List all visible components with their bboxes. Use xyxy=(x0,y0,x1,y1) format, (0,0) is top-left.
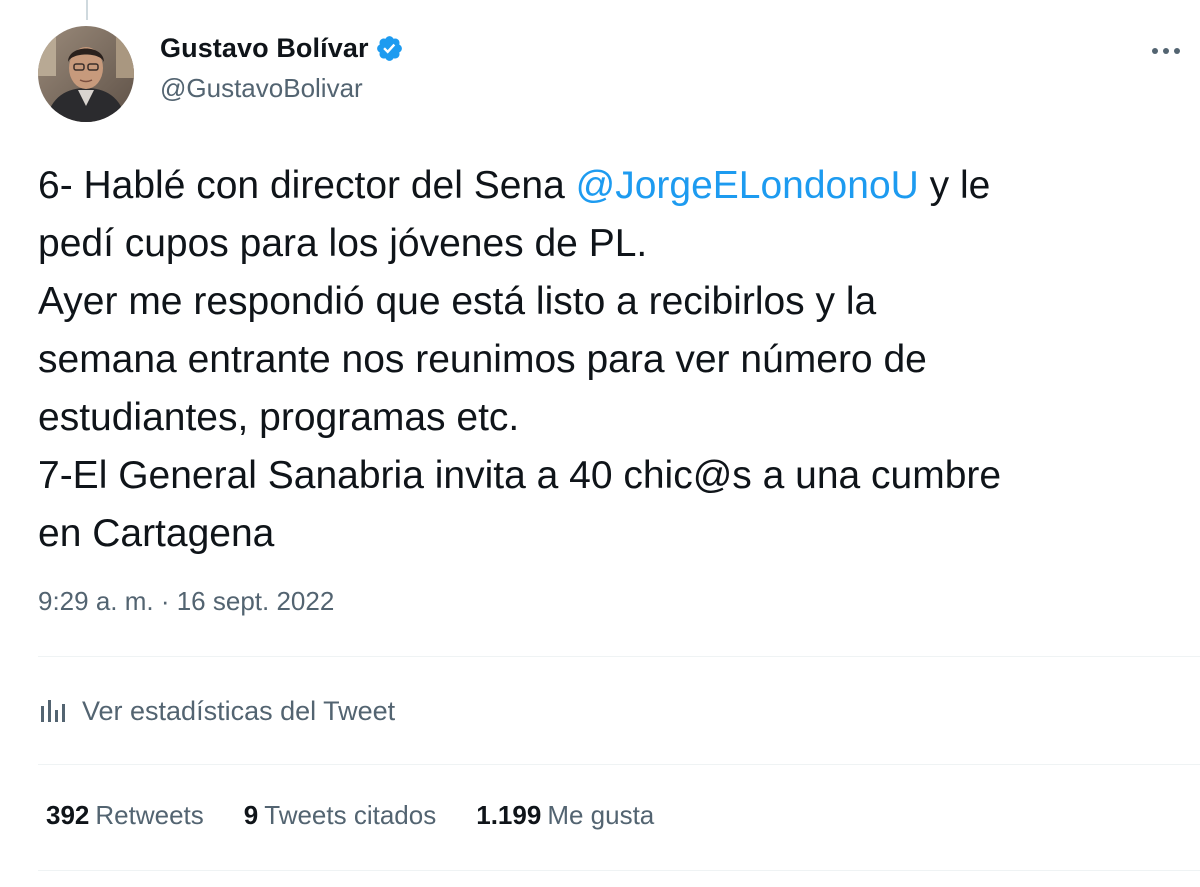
bar-chart-icon xyxy=(38,698,68,724)
divider xyxy=(38,870,1200,871)
tweet-text-segment: y le pedí cupos para los jóvenes de PL. … xyxy=(38,164,1002,555)
tweet-stats: 392 Retweets 9 Tweets citados 1.199 Me gust… xyxy=(46,800,694,831)
divider xyxy=(38,764,1200,765)
avatar[interactable] xyxy=(38,26,134,122)
tweet-timestamp[interactable]: 9:29 a. m. · 16 sept. 2022 xyxy=(38,586,334,617)
likes-label: Me gusta xyxy=(547,800,655,830)
author-display-name[interactable]: Gustavo Bolívar xyxy=(160,33,369,64)
tweet-text: 6- Hablé con director del Sena @JorgeELo… xyxy=(38,157,1188,563)
likes-count: 1.199 xyxy=(476,800,542,830)
retweets-stat[interactable]: 392 Retweets xyxy=(46,800,204,831)
quote-tweets-count: 9 xyxy=(243,800,259,830)
tweet-text-segment: 6- Hablé con director del Sena xyxy=(38,164,576,207)
mention-link[interactable]: @JorgeELondonoU xyxy=(576,164,919,207)
retweets-count: 392 xyxy=(46,800,90,830)
likes-stat[interactable]: 1.199 Me gusta xyxy=(476,800,654,831)
tweet-analytics-link[interactable]: Ver estadísticas del Tweet xyxy=(38,691,395,731)
retweets-label: Retweets xyxy=(95,800,204,830)
more-options-icon[interactable] xyxy=(1148,36,1184,66)
thread-connector-line xyxy=(86,0,88,20)
author-name-row[interactable]: Gustavo Bolívar xyxy=(160,30,404,66)
quote-tweets-label: Tweets citados xyxy=(264,800,437,830)
divider xyxy=(38,656,1200,657)
analytics-label: Ver estadísticas del Tweet xyxy=(82,695,396,726)
quote-tweets-stat[interactable]: 9 Tweets citados xyxy=(244,800,436,831)
author-handle[interactable]: @GustavoBolivar xyxy=(160,73,363,104)
verified-badge-icon xyxy=(375,34,404,63)
